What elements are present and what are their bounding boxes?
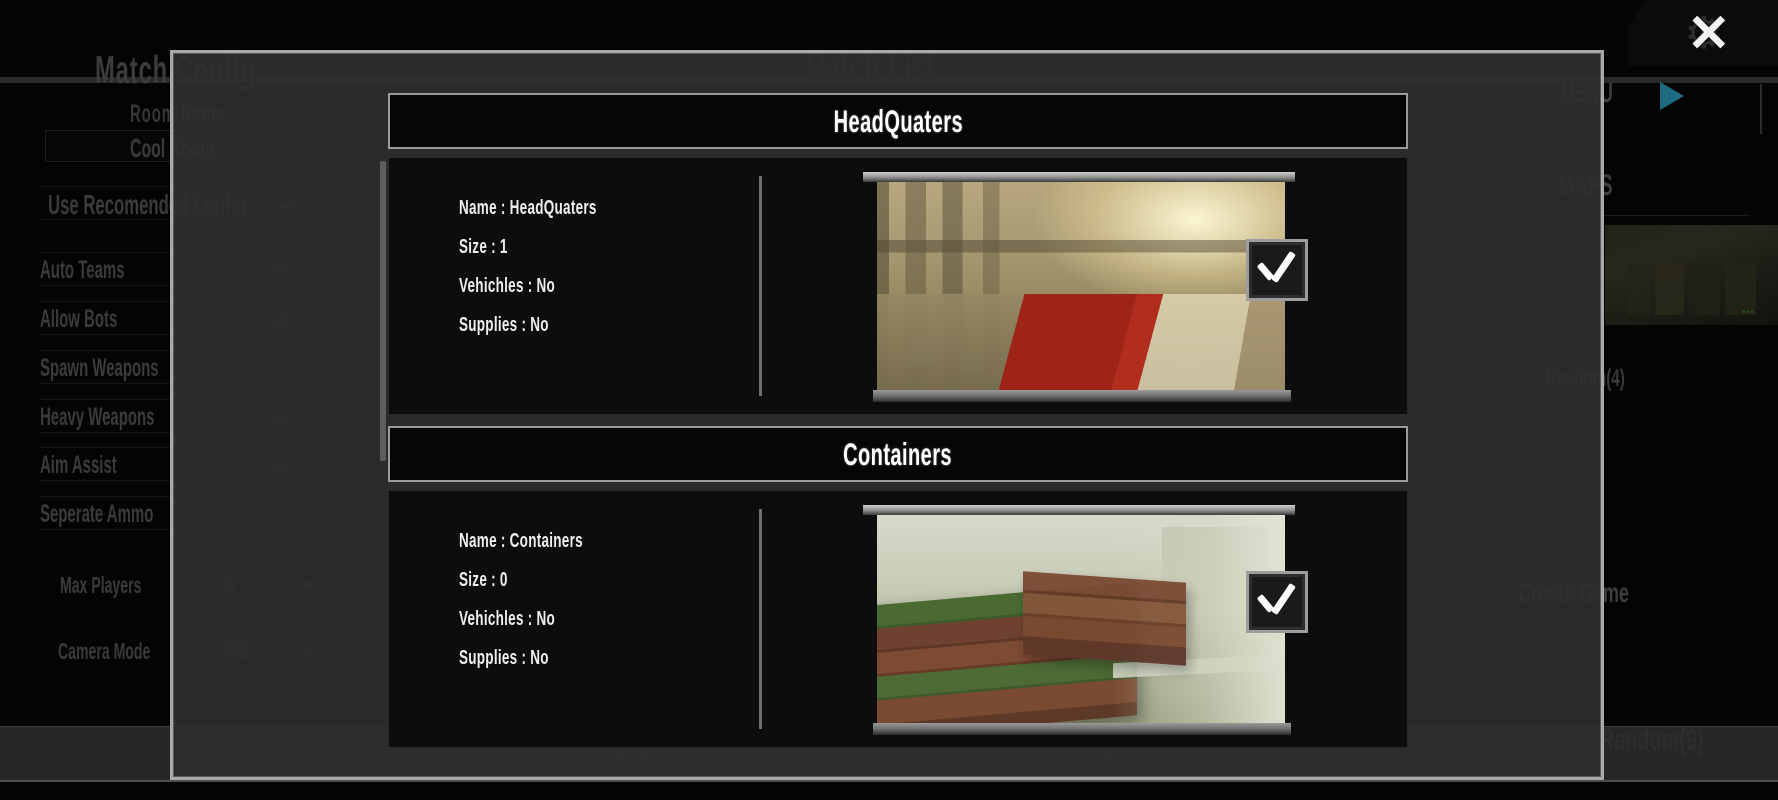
background-divider-right-1	[1760, 84, 1762, 134]
map-card-info: Name : HeadQuaters Size : 1 Vehichles : …	[389, 170, 759, 402]
modal-scrollbar[interactable]	[380, 161, 386, 461]
thumbnail-indicator: •••	[1742, 307, 1755, 317]
toggle-label: Seperate Ammo	[40, 500, 154, 528]
map-card-title: HeadQuaters	[833, 102, 963, 139]
toggle-label: Allow Bots	[40, 305, 118, 333]
map-supplies-line: Supplies : No	[459, 313, 549, 337]
toggle-label: Heavy Weapons	[40, 403, 155, 431]
map-supplies-line: Supplies : No	[459, 646, 549, 670]
map-size-line: Size : 1	[459, 235, 508, 259]
map-preview-wrap	[762, 170, 1407, 402]
map-name-line: Name : Containers	[459, 529, 583, 553]
check-icon	[1260, 248, 1296, 288]
map-card-title: Containers	[843, 435, 953, 472]
map-vehicles-line: Vehichles : No	[459, 274, 556, 298]
check-icon	[1260, 580, 1296, 620]
map-size-line: Size : 0	[459, 568, 508, 592]
preview-top-trim	[862, 172, 1295, 182]
map-name-line: Name : HeadQuaters	[459, 196, 597, 220]
play-arrow-icon[interactable]	[1660, 82, 1684, 110]
toggle-label: Aim Assist	[40, 451, 117, 479]
preview-bottom-trim	[872, 390, 1291, 402]
map-vehicles-line: Vehichles : No	[459, 607, 556, 631]
map-select-checkbox-headquaters[interactable]	[1246, 239, 1308, 301]
toggle-label: Spawn Weapons	[40, 354, 159, 382]
toggle-label: Auto Teams	[40, 256, 125, 284]
preview-bottom-trim	[872, 723, 1291, 735]
map-select-checkbox-containers[interactable]	[1246, 571, 1308, 633]
map-preview-frame	[862, 505, 1295, 735]
selector-label: Max Players	[60, 574, 142, 599]
game-screen: Match Config Match List Room Name Cool R…	[0, 0, 1778, 800]
map-preview-image-containers	[876, 515, 1285, 723]
map-preview-image-headquaters	[876, 182, 1285, 390]
map-list-scroll-area[interactable]: HeadQuaters Name : HeadQuaters Size : 1 …	[173, 53, 1601, 777]
map-card-header: Containers	[388, 426, 1408, 482]
map-card-info: Name : Containers Size : 0 Vehichles : N…	[389, 503, 759, 735]
map-list-modal: HeadQuaters Name : HeadQuaters Size : 1 …	[170, 50, 1604, 780]
map-preview-wrap	[762, 503, 1407, 735]
map-card-header: HeadQuaters	[388, 93, 1408, 149]
selector-label: Camera Mode	[58, 640, 151, 665]
close-icon[interactable]: ✕	[1687, 6, 1731, 62]
map-preview-frame	[862, 172, 1295, 402]
preview-top-trim	[862, 505, 1295, 515]
